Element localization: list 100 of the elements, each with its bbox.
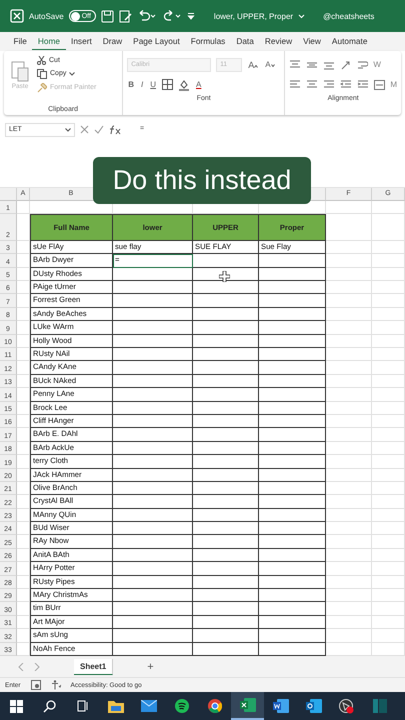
table-cell [259,348,326,362]
table-cell [259,428,326,442]
grid-cell [17,388,30,402]
table-cell [259,402,326,415]
table-cell [193,629,259,643]
spreadsheet-app-icon [240,698,256,712]
align-bottom-icon[interactable] [323,60,336,70]
grid-cell [17,482,30,496]
grid-cell [326,374,372,388]
macro-record-icon[interactable] [30,680,41,690]
table-cell [193,455,259,469]
grid-cell [372,308,405,322]
table-cell [259,254,326,268]
grid-cell [17,240,30,254]
copy-icon [37,68,47,79]
table-cell [193,442,259,456]
align-middle-icon[interactable] [306,60,318,70]
increase-indent-icon[interactable] [357,80,370,90]
document-app-icon [272,699,288,713]
menu-tab[interactable]: View [298,33,326,50]
grid-cell [17,334,30,348]
grid-cell [372,455,405,469]
menu-tab[interactable]: Formulas [185,33,231,50]
grid-cell [372,240,405,254]
grid-cell [372,548,405,562]
grid-cell [326,629,372,643]
sheet-tab[interactable]: Sheet1 [74,658,114,675]
merge-label[interactable]: M [390,80,397,90]
grid-cell [372,482,405,496]
grid-cell [372,254,405,268]
table-cell [259,361,326,375]
accessibility-icon[interactable] [50,680,61,690]
table-cell [193,388,259,402]
menu-tab[interactable]: Data [230,33,260,50]
customize-toolbar-icon[interactable] [186,12,195,20]
grid-cell [372,268,405,282]
grid-cell [17,294,30,308]
grid-cell [326,576,372,590]
table-cell [259,482,326,496]
redo-icon[interactable] [162,10,182,22]
grid-cell [372,402,405,415]
caret-up-icon [254,64,258,68]
cell-pointer-icon [219,270,230,282]
grid-cell [326,414,372,428]
grid-cell [372,414,405,428]
table-cell [193,334,259,348]
cancel-icon[interactable] [80,124,89,134]
clipboard-icon [10,58,30,83]
table-cell [193,548,259,562]
chevron-down-icon[interactable] [298,14,306,19]
table-cell [259,522,326,536]
grid-cell [17,468,30,482]
grid-cell [326,294,372,308]
mail-app-icon [306,699,322,713]
menu-tab[interactable]: Home [32,32,66,50]
align-left-icon[interactable] [289,80,302,90]
save-icon[interactable] [100,10,114,23]
align-top-icon[interactable] [289,60,302,70]
grid-cell [372,348,405,362]
merge-icon[interactable] [374,80,386,90]
document-title[interactable]: lower, UPPER, Proper [214,12,294,21]
table-cell [193,361,259,375]
table-cell [259,495,326,509]
menu-tab[interactable]: Page Layout [128,33,186,50]
align-center-icon[interactable] [306,80,318,90]
grid-cell [372,334,405,348]
menu-tab[interactable]: Review [259,33,298,50]
browser-icon [208,699,222,713]
menu-tab[interactable]: File [8,33,32,50]
grid-cell [326,402,372,415]
table-cell [259,334,326,348]
grid-cell [326,482,372,496]
add-sheet-button[interactable]: + [141,660,160,674]
caret-down-icon [270,64,275,68]
grid-cell [326,214,372,241]
grid-cell [326,281,372,294]
menu-tab[interactable]: Insert [66,33,98,50]
table-cell [193,414,259,428]
grid-cell [17,428,30,442]
orientation-icon[interactable] [340,60,352,70]
decrease-indent-icon[interactable] [340,80,352,90]
borders-icon[interactable] [162,79,173,90]
edit-document-icon[interactable] [118,10,132,23]
menu-tab[interactable]: Draw [97,33,128,50]
grid-cell [372,388,405,402]
wrap-text-label[interactable]: W [373,60,381,70]
grid-cell [17,402,30,415]
wrap-text-icon[interactable] [357,60,368,70]
insert-function-icon[interactable] [109,124,121,135]
music-app-icon [174,699,188,713]
grid-cell [326,308,372,322]
table-cell [193,602,259,616]
enter-check-icon[interactable] [94,124,104,134]
align-right-icon[interactable] [323,80,336,90]
table-cell [193,562,259,576]
grid-cell [17,548,30,562]
fill-color-icon[interactable] [178,78,190,91]
table-cell [193,254,259,268]
grid-cell [372,321,405,335]
menu-tab[interactable]: Automate [326,33,373,50]
